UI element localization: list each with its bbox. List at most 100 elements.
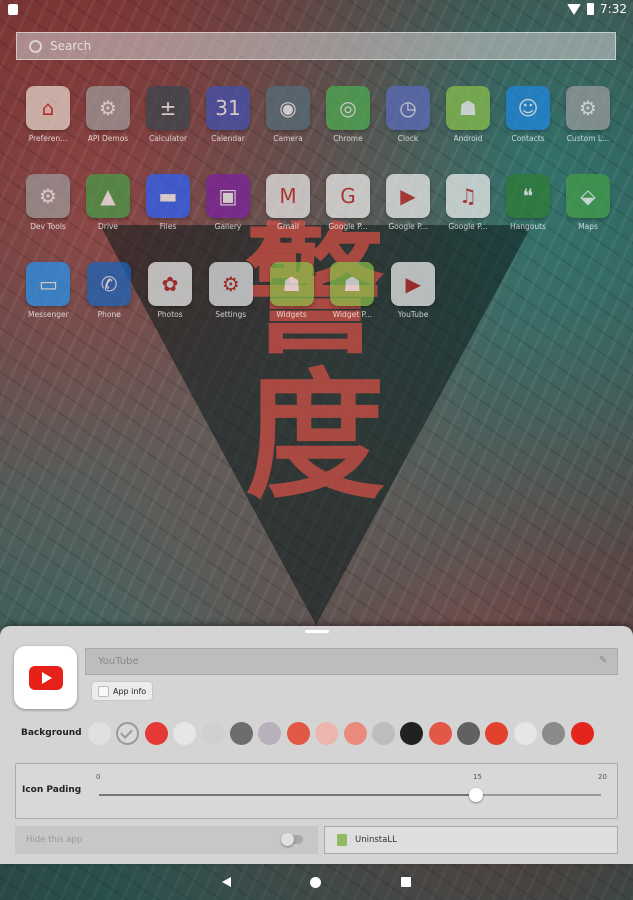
wifi-icon	[567, 3, 582, 15]
hide-app-toggle[interactable]	[281, 833, 303, 846]
app-shortcut[interactable]: ☗ Android	[438, 86, 498, 174]
app-shortcut[interactable]: ✿ Photos	[140, 262, 201, 350]
slider-fill	[99, 794, 476, 796]
trash-icon	[337, 834, 347, 846]
slider-thumb[interactable]	[468, 788, 483, 802]
messenger-icon: ▭	[26, 262, 71, 306]
color-swatch[interactable]	[542, 722, 566, 745]
app-preview-icon[interactable]	[14, 646, 77, 709]
calendar-icon: 31	[206, 86, 250, 130]
app-label: Files	[159, 222, 177, 231]
app-edit-sheet: YouTube ✎ App info Background Icon Padin…	[0, 626, 633, 864]
app-label: YouTube	[397, 310, 429, 319]
app-shortcut[interactable]: ▲ Drive	[78, 174, 138, 262]
app-shortcut[interactable]: ☺ Contacts	[498, 86, 558, 174]
app-info-button[interactable]: App info	[91, 681, 154, 701]
app-label: API Demos	[87, 134, 129, 143]
back-icon[interactable]	[222, 877, 231, 887]
color-swatch[interactable]	[400, 722, 424, 745]
color-swatch[interactable]	[229, 722, 253, 745]
app-row: ⌂ Preferen... ⚙ API Demos ± Calculator 31 Calen…	[18, 86, 618, 174]
app-shortcut[interactable]: ⚙ API Demos	[78, 86, 138, 174]
android-icon: ☗	[446, 86, 490, 130]
app-label: Widget P...	[332, 310, 373, 319]
app-shortcut[interactable]: ⚙ Dev Tools	[18, 174, 78, 262]
app-shortcut[interactable]: ▭ Messenger	[18, 262, 79, 350]
app-label: Camera	[273, 134, 303, 143]
gmail-icon: M	[266, 174, 310, 218]
color-swatch[interactable]	[457, 722, 481, 745]
notification-icon	[8, 4, 18, 15]
color-swatch[interactable]	[570, 722, 594, 745]
app-shortcut[interactable]: ⚙ Custom L...	[558, 86, 618, 174]
color-swatch[interactable]	[173, 722, 197, 745]
app-shortcut[interactable]: ▣ Gallery	[198, 174, 258, 262]
app-shortcut[interactable]: ✆ Phone	[79, 262, 140, 350]
app-row: ⚙ Dev Tools ▲ Drive ▬ Files ▣ Gallery M Gmail G Goo…	[18, 174, 618, 262]
search-bar[interactable]: Search	[16, 32, 616, 60]
app-label: Maps	[578, 222, 598, 231]
chrome-icon: ◎	[326, 86, 370, 130]
app-shortcut[interactable]: ☗ Widget P...	[322, 262, 383, 350]
app-shortcut[interactable]: ◷ Clock	[378, 86, 438, 174]
app-label: Android	[453, 134, 483, 143]
color-swatch[interactable]	[343, 722, 367, 745]
app-label: Settings	[215, 310, 247, 319]
slider-mid-label: 15	[473, 773, 482, 781]
app-label: Google P...	[328, 222, 368, 231]
color-swatch[interactable]	[485, 722, 509, 745]
color-swatch[interactable]	[144, 722, 168, 745]
search-icon	[29, 39, 42, 53]
gallery-icon: ▣	[206, 174, 250, 218]
app-label: Dev Tools	[30, 222, 66, 231]
phone-icon: ✆	[87, 262, 132, 306]
files-icon: ▬	[146, 174, 190, 218]
app-label: Google P...	[448, 222, 488, 231]
color-swatch[interactable]	[428, 722, 452, 745]
photos-icon: ✿	[147, 262, 192, 306]
home-icon[interactable]	[310, 877, 321, 888]
status-bar: 7:32	[0, 0, 633, 20]
icon-padding-slider[interactable]	[99, 788, 601, 802]
play-music-icon: ♫	[446, 174, 490, 218]
recents-icon[interactable]	[401, 877, 411, 887]
play-movies-icon: ▶	[386, 174, 430, 218]
app-shortcut[interactable]: ☗ Widgets	[261, 262, 322, 350]
slider-min-label: 0	[96, 773, 101, 781]
app-shortcut[interactable]: ⚙ Settings	[200, 262, 261, 350]
sheet-handle[interactable]	[305, 630, 329, 633]
app-grid: ⌂ Preferen... ⚙ API Demos ± Calculator 31 Calen…	[18, 86, 618, 350]
app-label: Gmail	[277, 222, 299, 231]
app-label: Google P...	[388, 222, 428, 231]
color-swatch[interactable]	[513, 722, 537, 745]
app-shortcut[interactable]: ❝ Hangouts	[498, 174, 558, 262]
app-shortcut[interactable]: ▶ YouTube	[383, 262, 444, 350]
color-swatch[interactable]	[286, 722, 310, 745]
app-shortcut[interactable]: ◉ Camera	[258, 86, 318, 174]
app-shortcut[interactable]: G Google P...	[318, 174, 378, 262]
color-swatch[interactable]	[116, 722, 140, 745]
app-shortcut[interactable]: ⌂ Preferen...	[18, 86, 78, 174]
app-shortcut[interactable]: ± Calculator	[138, 86, 198, 174]
api-demos-icon: ⚙	[86, 86, 130, 130]
app-shortcut[interactable]: ⬙ Maps	[558, 174, 618, 262]
edit-pencil-icon[interactable]: ✎	[599, 656, 609, 666]
background-label: Background	[21, 728, 82, 738]
color-swatch[interactable]	[88, 722, 111, 745]
app-shortcut[interactable]: ◎ Chrome	[318, 86, 378, 174]
color-swatch[interactable]	[201, 722, 225, 745]
app-label: Chrome	[333, 134, 363, 143]
color-swatch[interactable]	[258, 722, 282, 745]
app-shortcut[interactable]: 31 Calendar	[198, 86, 258, 174]
color-swatch[interactable]	[371, 722, 395, 745]
app-label: Preferen...	[28, 134, 68, 143]
app-shortcut[interactable]: ♫ Google P...	[438, 174, 498, 262]
app-label: Custom L...	[566, 134, 610, 143]
app-shortcut[interactable]: ▬ Files	[138, 174, 198, 262]
app-shortcut[interactable]: ▶ Google P...	[378, 174, 438, 262]
hide-app-row[interactable]: Hide this app	[15, 826, 318, 854]
app-name-field[interactable]: YouTube ✎	[85, 648, 618, 675]
color-swatch[interactable]	[315, 722, 339, 745]
app-shortcut[interactable]: M Gmail	[258, 174, 318, 262]
uninstall-button[interactable]: UninstaLL	[324, 826, 618, 854]
